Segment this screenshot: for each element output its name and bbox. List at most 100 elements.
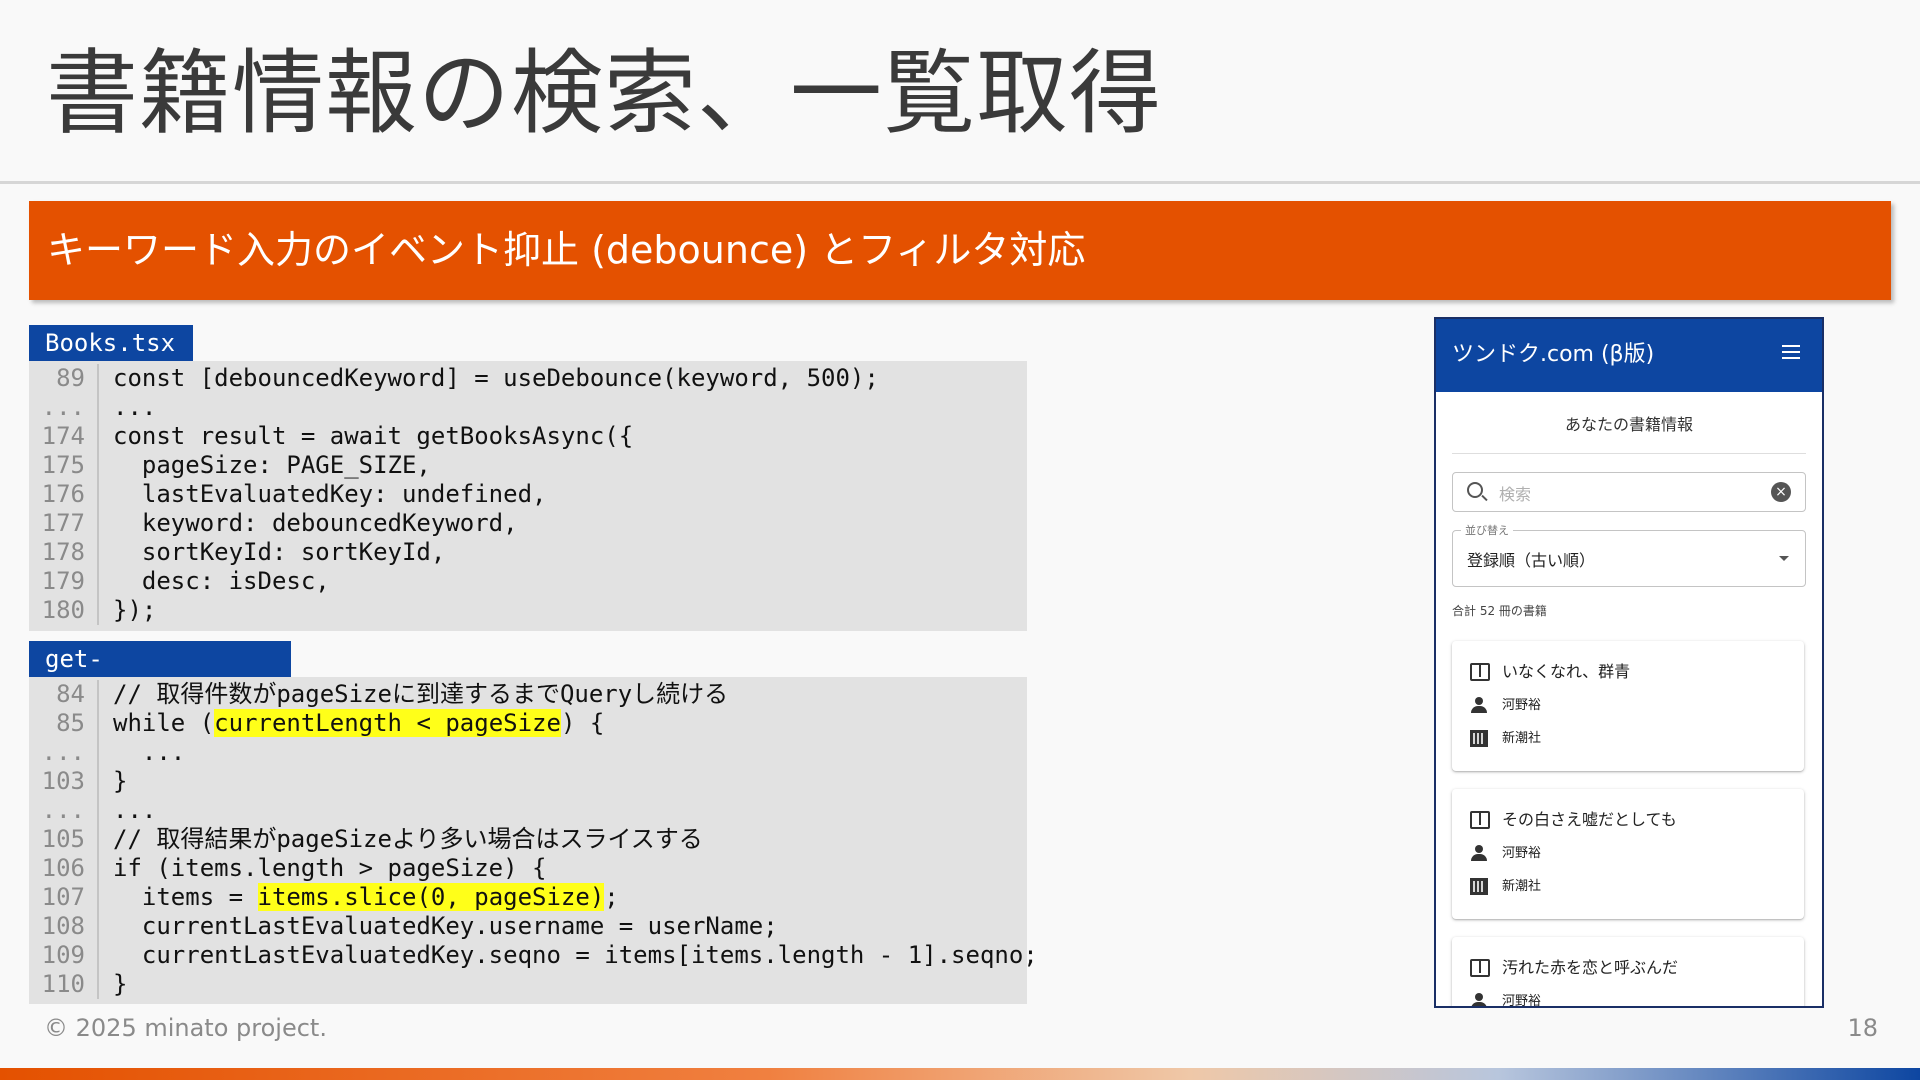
gutter-divider — [97, 912, 99, 941]
title-divider — [0, 181, 1920, 184]
book-title: いなくなれ、群青 — [1502, 662, 1631, 681]
code-text: currentLastEvaluatedKey.username = userN… — [113, 912, 778, 940]
line-number: 178 — [41, 538, 85, 566]
code-line: 106 if (items.length > pageSize) { — [29, 854, 1027, 883]
book-author: 河野裕 — [1502, 994, 1542, 1008]
line-number: 89 — [56, 364, 85, 392]
code-text: ... — [113, 796, 157, 824]
person-icon — [1470, 993, 1490, 1006]
code-text-pre: items = — [113, 883, 258, 911]
code-line: 178 sortKeyId: sortKeyId, — [29, 538, 1027, 567]
code-line: 175 pageSize: PAGE_SIZE, — [29, 451, 1027, 480]
gutter-divider — [97, 854, 99, 883]
filename-tab-app-mjs: get-books/app.mjs — [29, 641, 291, 709]
book-card[interactable]: その白さえ嘘だとしても河野裕新潮社 — [1452, 789, 1804, 919]
code-line: 85 while (currentLength < pageSize) { — [29, 709, 1027, 738]
app-title: ツンドク.com (β版) — [1452, 342, 1655, 367]
code-text: keyword: debouncedKeyword, — [113, 509, 518, 537]
code-highlight: items.slice(0, pageSize) — [257, 883, 605, 911]
chevron-down-icon — [1779, 556, 1789, 561]
gutter-divider — [97, 364, 99, 393]
line-number: 106 — [41, 854, 85, 882]
code-text: } — [113, 767, 128, 795]
code-text: ... — [113, 393, 157, 421]
clear-icon[interactable]: × — [1771, 482, 1791, 502]
code-line: 176 lastEvaluatedKey: undefined, — [29, 480, 1027, 509]
section-banner: キーワード入力のイベント抑止 (debounce) とフィルタ対応 — [29, 201, 1891, 300]
code-block-books-tsx: 89 const [debouncedKeyword] = useDebounce… — [29, 361, 1027, 631]
line-number: 103 — [41, 767, 85, 795]
gutter-divider — [97, 538, 99, 567]
line-number: 85 — [56, 709, 85, 737]
code-text-pre: while ( — [113, 709, 215, 737]
books-heading: あなたの書籍情報 — [1564, 415, 1693, 434]
code-text: // 取得件数がpageSizeに到達するまでQueryし続ける — [113, 680, 729, 708]
code-line: 110} — [29, 970, 1027, 999]
sort-label: 並び替え — [1461, 522, 1513, 538]
book-author: 河野裕 — [1502, 846, 1542, 861]
search-icon — [1467, 482, 1483, 498]
book-card[interactable]: いなくなれ、群青 河野裕 新潮社 — [1452, 641, 1804, 771]
book-icon — [1470, 959, 1490, 977]
page-number: 18 — [1847, 1014, 1878, 1042]
code-line: 179 desc: isDesc, — [29, 567, 1027, 596]
gutter-divider — [97, 567, 99, 596]
line-number: 109 — [41, 941, 85, 969]
sort-select[interactable]: 並び替え 登録順（古い順） — [1452, 522, 1806, 587]
gutter-divider — [97, 709, 99, 738]
banner-text: キーワード入力のイベント抑止 (debounce) とフィルタ対応 — [47, 228, 1086, 272]
line-number: 174 — [41, 422, 85, 450]
gutter-divider — [97, 480, 99, 509]
code-line: 89 const [debouncedKeyword] = useDebounce… — [29, 364, 1027, 393]
gutter-divider — [97, 767, 99, 796]
line-number: 108 — [41, 912, 85, 940]
code-text: if (items.length > pageSize) { — [113, 854, 547, 882]
line-number: 176 — [41, 480, 85, 508]
book-title: その白さえ嘘だとしても — [1502, 810, 1677, 829]
search-input[interactable]: 検索 × — [1452, 472, 1806, 512]
code-text: ... — [113, 738, 186, 766]
line-number: 110 — [41, 970, 85, 998]
menu-icon[interactable] — [1782, 345, 1800, 359]
line-number: 105 — [41, 825, 85, 853]
book-publisher: 新潮社 — [1502, 879, 1542, 894]
heading-divider — [1452, 453, 1806, 454]
code-line: 84 // 取得件数がpageSizeに到達するまでQueryし続ける — [29, 680, 1027, 709]
code-text: // 取得結果がpageSizeより多い場合はスライスする — [113, 825, 703, 853]
gutter-divider — [97, 422, 99, 451]
code-block-app-mjs: 84 // 取得件数がpageSizeに到達するまでQueryし続ける 85 whil… — [29, 677, 1038, 1004]
line-number: 84 — [56, 680, 85, 708]
code-line: ...... — [29, 393, 1027, 422]
slide-title: 書籍情報の検索、一覧取得 — [46, 40, 1163, 147]
gutter-divider — [97, 451, 99, 480]
app-bar: ツンドク.com (β版) — [1436, 319, 1822, 392]
book-author: 河野裕 — [1502, 698, 1542, 713]
line-number: 180 — [41, 596, 85, 624]
code-line: 108 currentLastEvaluatedKey.username = u… — [29, 912, 1027, 941]
code-text: desc: isDesc, — [113, 567, 330, 595]
code-text-post: ; — [604, 883, 619, 911]
gutter-divider — [97, 825, 99, 854]
gutter-divider — [97, 680, 99, 709]
book-icon — [1470, 811, 1490, 829]
gutter-divider — [97, 941, 99, 970]
line-number: ... — [41, 393, 85, 421]
app-screenshot: ツンドク.com (β版) あなたの書籍情報 検索 × 並び替え 登録順（古い順… — [1434, 317, 1824, 1008]
code-text: pageSize: PAGE_SIZE, — [113, 451, 431, 479]
code-text: currentLastEvaluatedKey.seqno = items[it… — [113, 941, 1038, 969]
code-line: 109 currentLastEvaluatedKey.seqno = item… — [29, 941, 1038, 970]
code-text: items = items.slice(0, pageSize); — [113, 883, 619, 912]
line-number: 175 — [41, 451, 85, 479]
code-highlight: currentLength < pageSize — [214, 709, 561, 737]
code-text: sortKeyId: sortKeyId, — [113, 538, 446, 566]
filename-tab-books-tsx: Books.tsx — [29, 325, 193, 361]
code-text: } — [113, 970, 128, 998]
code-text: lastEvaluatedKey: undefined, — [113, 480, 547, 508]
gutter-divider — [97, 796, 99, 825]
book-card[interactable]: 汚れた赤を恋と呼ぶんだ 河野裕 — [1452, 937, 1804, 1008]
code-text-post: ) { — [560, 709, 605, 737]
gutter-divider — [97, 596, 99, 625]
sort-value: 登録順（古い順） — [1467, 551, 1596, 570]
search-placeholder: 検索 — [1499, 485, 1532, 504]
gutter-divider — [97, 509, 99, 538]
